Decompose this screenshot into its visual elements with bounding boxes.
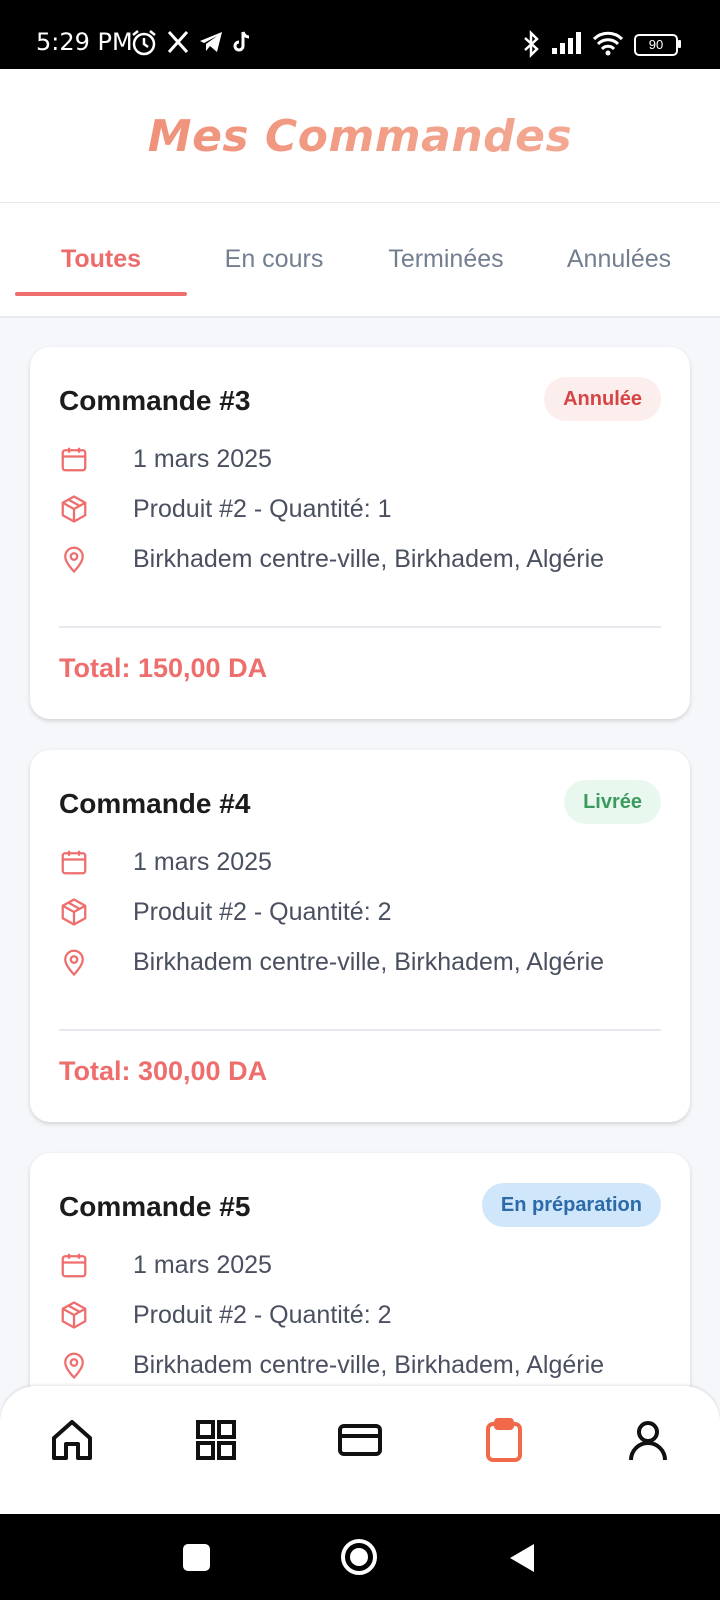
package-icon — [61, 1301, 87, 1329]
bluetooth-icon — [524, 30, 539, 58]
location-pin-icon — [64, 1352, 84, 1380]
grid-icon[interactable] — [192, 1416, 240, 1464]
tab-toutes[interactable]: Toutes — [15, 203, 187, 314]
system-navigation-bar — [0, 1514, 720, 1600]
tab-en-cours[interactable]: En cours — [188, 203, 360, 314]
status-bar: 5:29 PM 90 — [0, 0, 720, 69]
order-product: Produit #2 - Quantité: 2 — [133, 1301, 392, 1329]
tab-label: En cours — [224, 245, 324, 273]
recents-button[interactable] — [183, 1544, 210, 1571]
location-pin-icon — [64, 546, 84, 574]
order-total: Total: 150,00 DA — [59, 653, 268, 683]
card-divider — [59, 1029, 661, 1031]
home-button[interactable] — [341, 1539, 377, 1575]
home-button-dot — [350, 1548, 368, 1566]
status-badge: En préparation — [481, 1183, 661, 1227]
x-app-icon — [167, 30, 189, 54]
order-title: Commande #4 — [59, 788, 251, 819]
alarm-icon — [132, 30, 156, 56]
tab-annulees[interactable]: Annulées — [533, 203, 705, 314]
tab-active-indicator — [15, 292, 187, 296]
tab-label: Terminées — [388, 245, 504, 273]
battery-tip — [678, 40, 681, 48]
filter-tabs: Toutes En cours Terminées Annulées — [0, 203, 720, 318]
order-date: 1 mars 2025 — [133, 1251, 272, 1279]
order-card[interactable]: Commande #4 Livrée 1 mars 2025 Produit #… — [30, 750, 690, 1122]
order-title: Commande #3 — [59, 385, 251, 416]
order-date: 1 mars 2025 — [133, 445, 272, 473]
order-title: Commande #5 — [59, 1191, 251, 1222]
page-title: Mes Commandes — [0, 111, 720, 162]
order-address: Birkhadem centre-ville, Birkhadem, Algér… — [133, 948, 605, 976]
signal-icon — [552, 32, 581, 54]
tab-terminees[interactable]: Terminées — [360, 203, 532, 314]
status-time: 5:29 PM — [36, 28, 133, 56]
calendar-icon — [61, 1253, 87, 1278]
back-button[interactable] — [508, 1542, 536, 1574]
user-icon[interactable] — [624, 1416, 672, 1464]
status-badge: Annulée — [544, 377, 661, 421]
calendar-icon — [61, 850, 87, 875]
order-product: Produit #2 - Quantité: 2 — [133, 898, 392, 926]
order-total: Total: 300,00 DA — [59, 1056, 268, 1086]
location-pin-icon — [64, 949, 84, 977]
telegram-icon — [200, 32, 222, 52]
tab-label: Toutes — [60, 245, 142, 273]
order-card[interactable]: Commande #3 Annulée 1 mars 2025 Produit … — [30, 347, 690, 719]
battery-level: 90 — [648, 37, 664, 52]
package-icon — [61, 898, 87, 926]
order-address: Birkhadem centre-ville, Birkhadem, Algér… — [133, 545, 605, 573]
tiktok-icon — [233, 31, 250, 52]
clipboard-icon[interactable] — [480, 1416, 528, 1464]
order-date: 1 mars 2025 — [133, 848, 272, 876]
home-icon[interactable] — [48, 1416, 96, 1464]
battery-icon: 90 — [634, 34, 678, 56]
package-icon — [61, 495, 87, 523]
order-address: Birkhadem centre-ville, Birkhadem, Algér… — [133, 1351, 605, 1379]
order-card[interactable]: Commande #5 En préparation 1 mars 2025 P… — [30, 1153, 690, 1386]
orders-list[interactable]: Commande #3 Annulée 1 mars 2025 Produit … — [0, 317, 720, 1386]
card-icon[interactable] — [336, 1416, 384, 1464]
bottom-navigation — [0, 1386, 720, 1514]
calendar-icon — [61, 447, 87, 472]
order-product: Produit #2 - Quantité: 1 — [133, 495, 392, 523]
app-header: Mes Commandes — [0, 69, 720, 203]
tab-label: Annulées — [566, 245, 672, 273]
wifi-icon — [592, 31, 624, 56]
status-badge: Livrée — [564, 780, 661, 824]
card-divider — [59, 626, 661, 628]
